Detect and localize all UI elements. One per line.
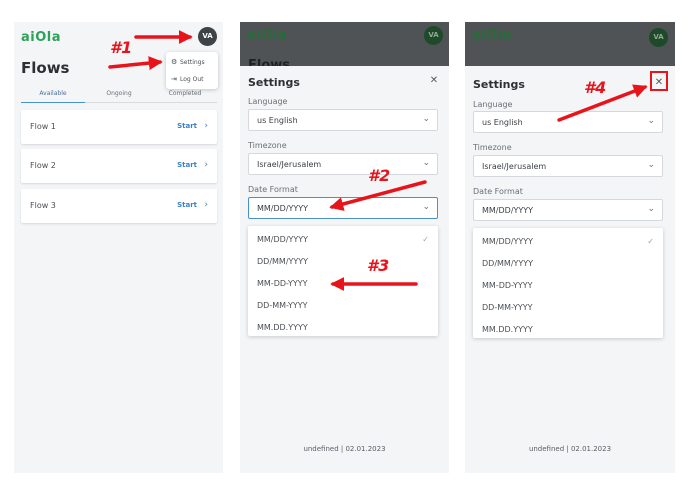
- arrow-to-date-format: [329, 180, 427, 211]
- annotation-label-1: #1: [110, 38, 133, 57]
- annotation-label-3: #3: [367, 256, 390, 275]
- annotation-arrows: [108, 30, 648, 291]
- close-highlight-box: [650, 71, 668, 91]
- annotation-label-4: #4: [584, 78, 607, 97]
- arrow-to-settings: [108, 56, 163, 71]
- annotation-label-2: #2: [368, 166, 391, 185]
